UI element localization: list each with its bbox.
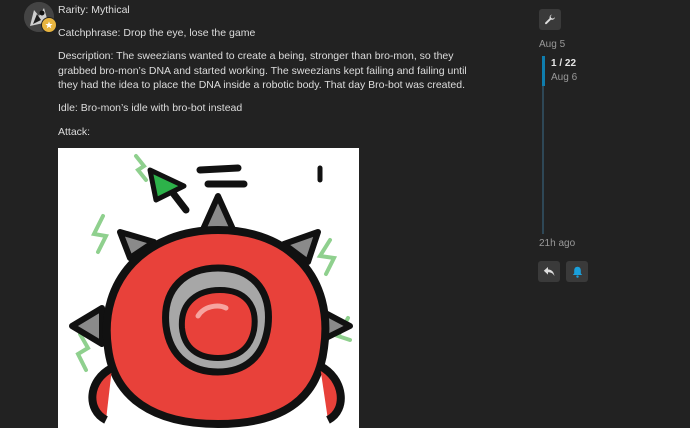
catchphrase-text: Catchphrase: Drop the eye, lose the game xyxy=(58,27,256,39)
description-text: Description: The sweezians wanted to cre… xyxy=(58,50,467,91)
timeline-progress: 1 / 22 xyxy=(551,58,577,69)
timeline-start-date[interactable]: Aug 5 xyxy=(539,39,565,50)
rarity-text: Rarity: Mythical xyxy=(58,4,130,16)
reply-button[interactable] xyxy=(538,261,560,282)
reply-icon xyxy=(543,267,555,276)
badge-icon xyxy=(41,17,57,33)
wrench-icon xyxy=(545,14,555,24)
attack-text: Attack: xyxy=(58,126,91,138)
user-avatar[interactable] xyxy=(24,2,57,33)
timeline-last-activity[interactable]: 21h ago xyxy=(539,238,575,249)
bro-bot-attack-image[interactable] xyxy=(58,148,359,428)
timeline-progress-date: Aug 6 xyxy=(551,72,578,83)
bell-icon xyxy=(572,266,582,278)
admin-wrench-button[interactable] xyxy=(539,9,561,30)
timeline-scroll-handle[interactable] xyxy=(542,56,545,86)
idle-text: Idle: Bro-mon’s idle with bro-bot instea… xyxy=(58,102,243,114)
notification-button[interactable] xyxy=(566,261,588,282)
